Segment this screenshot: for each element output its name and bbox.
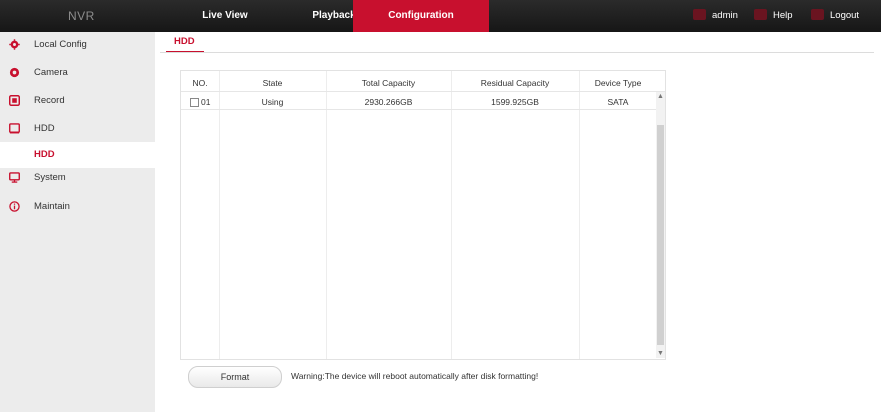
row-checkbox[interactable] <box>190 98 199 107</box>
logo: NVR <box>68 9 95 23</box>
sidebar-item-hdd[interactable]: HDD <box>0 116 155 142</box>
column-divider <box>326 71 327 359</box>
gear-icon <box>9 39 20 50</box>
cell-residual-capacity: 1599.925GB <box>491 97 539 107</box>
column-header-total-capacity: Total Capacity <box>361 78 416 88</box>
sidebar-item-label: System <box>34 172 66 183</box>
logout-link[interactable]: Logout <box>811 0 859 32</box>
help-link[interactable]: Help <box>754 0 793 32</box>
cell-total-capacity: 2930.266GB <box>364 97 413 107</box>
sidebar-item-label: Camera <box>34 67 68 78</box>
sidebar-item-label: HDD <box>34 123 55 134</box>
sidebar-item-maintain[interactable]: Maintain <box>0 194 155 220</box>
row-divider <box>181 109 665 110</box>
cell-no: 01 <box>201 97 211 107</box>
sidebar-item-label: Record <box>34 95 65 106</box>
user-label: admin <box>712 10 738 21</box>
sidebar-item-record[interactable]: Record <box>0 88 155 114</box>
sidebar: Local Config Camera Record HDD HDD Syste… <box>0 32 155 412</box>
help-icon <box>754 8 767 20</box>
column-header-no: NO. <box>192 78 208 88</box>
tab-hdd[interactable]: HDD <box>174 36 195 47</box>
cell-device-type: SATA <box>607 97 629 107</box>
column-header-residual-capacity: Residual Capacity <box>480 78 550 88</box>
sidebar-item-local-config[interactable]: Local Config <box>0 32 155 58</box>
monitor-icon <box>9 172 20 183</box>
logout-icon <box>811 8 824 20</box>
hdd-table: NO. State Total Capacity Residual Capaci… <box>180 70 666 360</box>
scrollbar[interactable]: ▲ ▼ <box>656 92 665 358</box>
format-warning: Warning:The device will reboot automatic… <box>291 371 539 381</box>
help-label: Help <box>773 10 793 21</box>
sidebar-item-label: Local Config <box>34 39 87 50</box>
scroll-up-icon[interactable]: ▲ <box>656 92 665 101</box>
divider <box>160 52 874 53</box>
column-header-state: State <box>262 78 283 88</box>
cell-state: Using <box>261 97 284 107</box>
sidebar-item-system[interactable]: System <box>0 165 155 191</box>
logout-label: Logout <box>830 10 860 21</box>
scrollbar-thumb[interactable] <box>657 125 664 345</box>
user-menu[interactable]: admin <box>693 0 738 32</box>
scroll-down-icon[interactable]: ▼ <box>656 349 665 358</box>
hdd-icon <box>9 123 20 134</box>
column-header-device-type: Device Type <box>594 78 642 88</box>
header-divider <box>181 91 665 92</box>
column-divider <box>451 71 452 359</box>
column-divider <box>579 71 580 359</box>
column-divider <box>219 71 220 359</box>
record-icon <box>9 95 20 106</box>
info-icon <box>9 201 20 212</box>
sidebar-item-label: Maintain <box>34 201 70 212</box>
nav-configuration[interactable]: Configuration <box>353 0 489 32</box>
user-icon <box>693 8 706 20</box>
top-bar: NVR Live View Playback Configuration adm… <box>0 0 881 32</box>
format-button[interactable]: Format <box>188 366 282 388</box>
sidebar-item-camera[interactable]: Camera <box>0 60 155 86</box>
nav-live-view[interactable]: Live View <box>190 0 260 32</box>
camera-icon <box>9 67 20 78</box>
